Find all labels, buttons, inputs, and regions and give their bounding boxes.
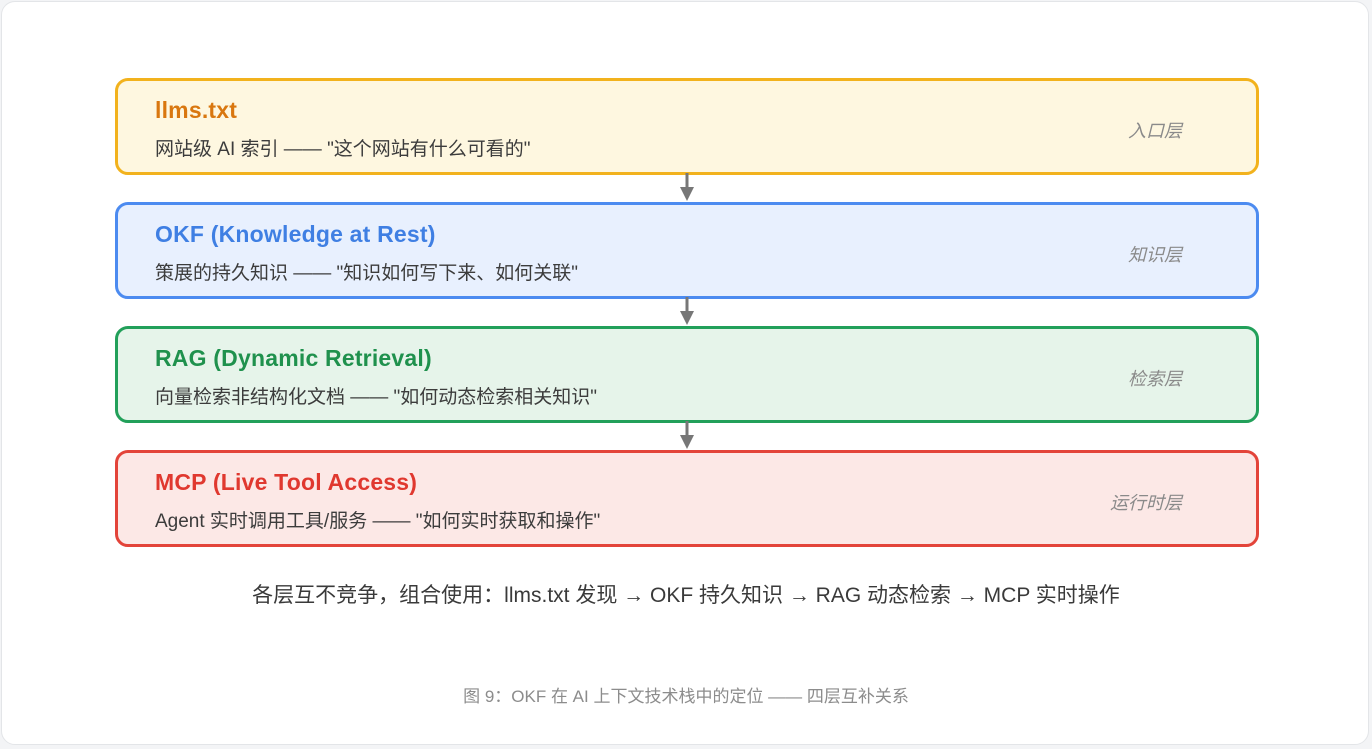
figure-caption: 图 9：OKF 在 AI 上下文技术栈中的定位 —— 四层互补关系	[463, 687, 909, 706]
layer-description: Agent 实时调用工具/服务 —— "如何实时获取和操作"	[155, 511, 601, 532]
layer-llms-txt: llms.txt 网站级 AI 索引 —— "这个网站有什么可看的" 入口层	[115, 78, 1259, 175]
layer-okf: OKF (Knowledge at Rest) 策展的持久知识 —— "知识如何…	[115, 202, 1259, 299]
layer-rag: RAG (Dynamic Retrieval) 向量检索非结构化文档 —— "如…	[115, 326, 1259, 423]
layer-title: RAG (Dynamic Retrieval)	[155, 345, 432, 371]
layer-title: llms.txt	[155, 97, 238, 123]
layer-description: 策展的持久知识 —— "知识如何写下来、如何关联"	[155, 263, 579, 284]
down-arrow-icon	[680, 297, 694, 325]
layer-description: 网站级 AI 索引 —— "这个网站有什么可看的"	[155, 139, 531, 160]
layer-tag: 入口层	[1128, 121, 1182, 141]
layer-tag: 检索层	[1128, 369, 1182, 389]
layer-description: 向量检索非结构化文档 —— "如何动态检索相关知识"	[155, 387, 598, 408]
figure-card: llms.txt 网站级 AI 索引 —— "这个网站有什么可看的" 入口层 O…	[1, 1, 1369, 745]
down-arrow-icon	[680, 421, 694, 449]
layer-title: MCP (Live Tool Access)	[155, 469, 418, 495]
layer-tag: 运行时层	[1110, 493, 1182, 513]
layer-tag: 知识层	[1128, 245, 1182, 265]
down-arrow-icon	[680, 173, 694, 201]
layer-mcp: MCP (Live Tool Access) Agent 实时调用工具/服务 —…	[115, 450, 1259, 547]
layer-title: OKF (Knowledge at Rest)	[155, 221, 436, 247]
summary-text: 各层互不竞争，组合使用：llms.txt 发现 → OKF 持久知识 → RAG…	[252, 584, 1120, 607]
